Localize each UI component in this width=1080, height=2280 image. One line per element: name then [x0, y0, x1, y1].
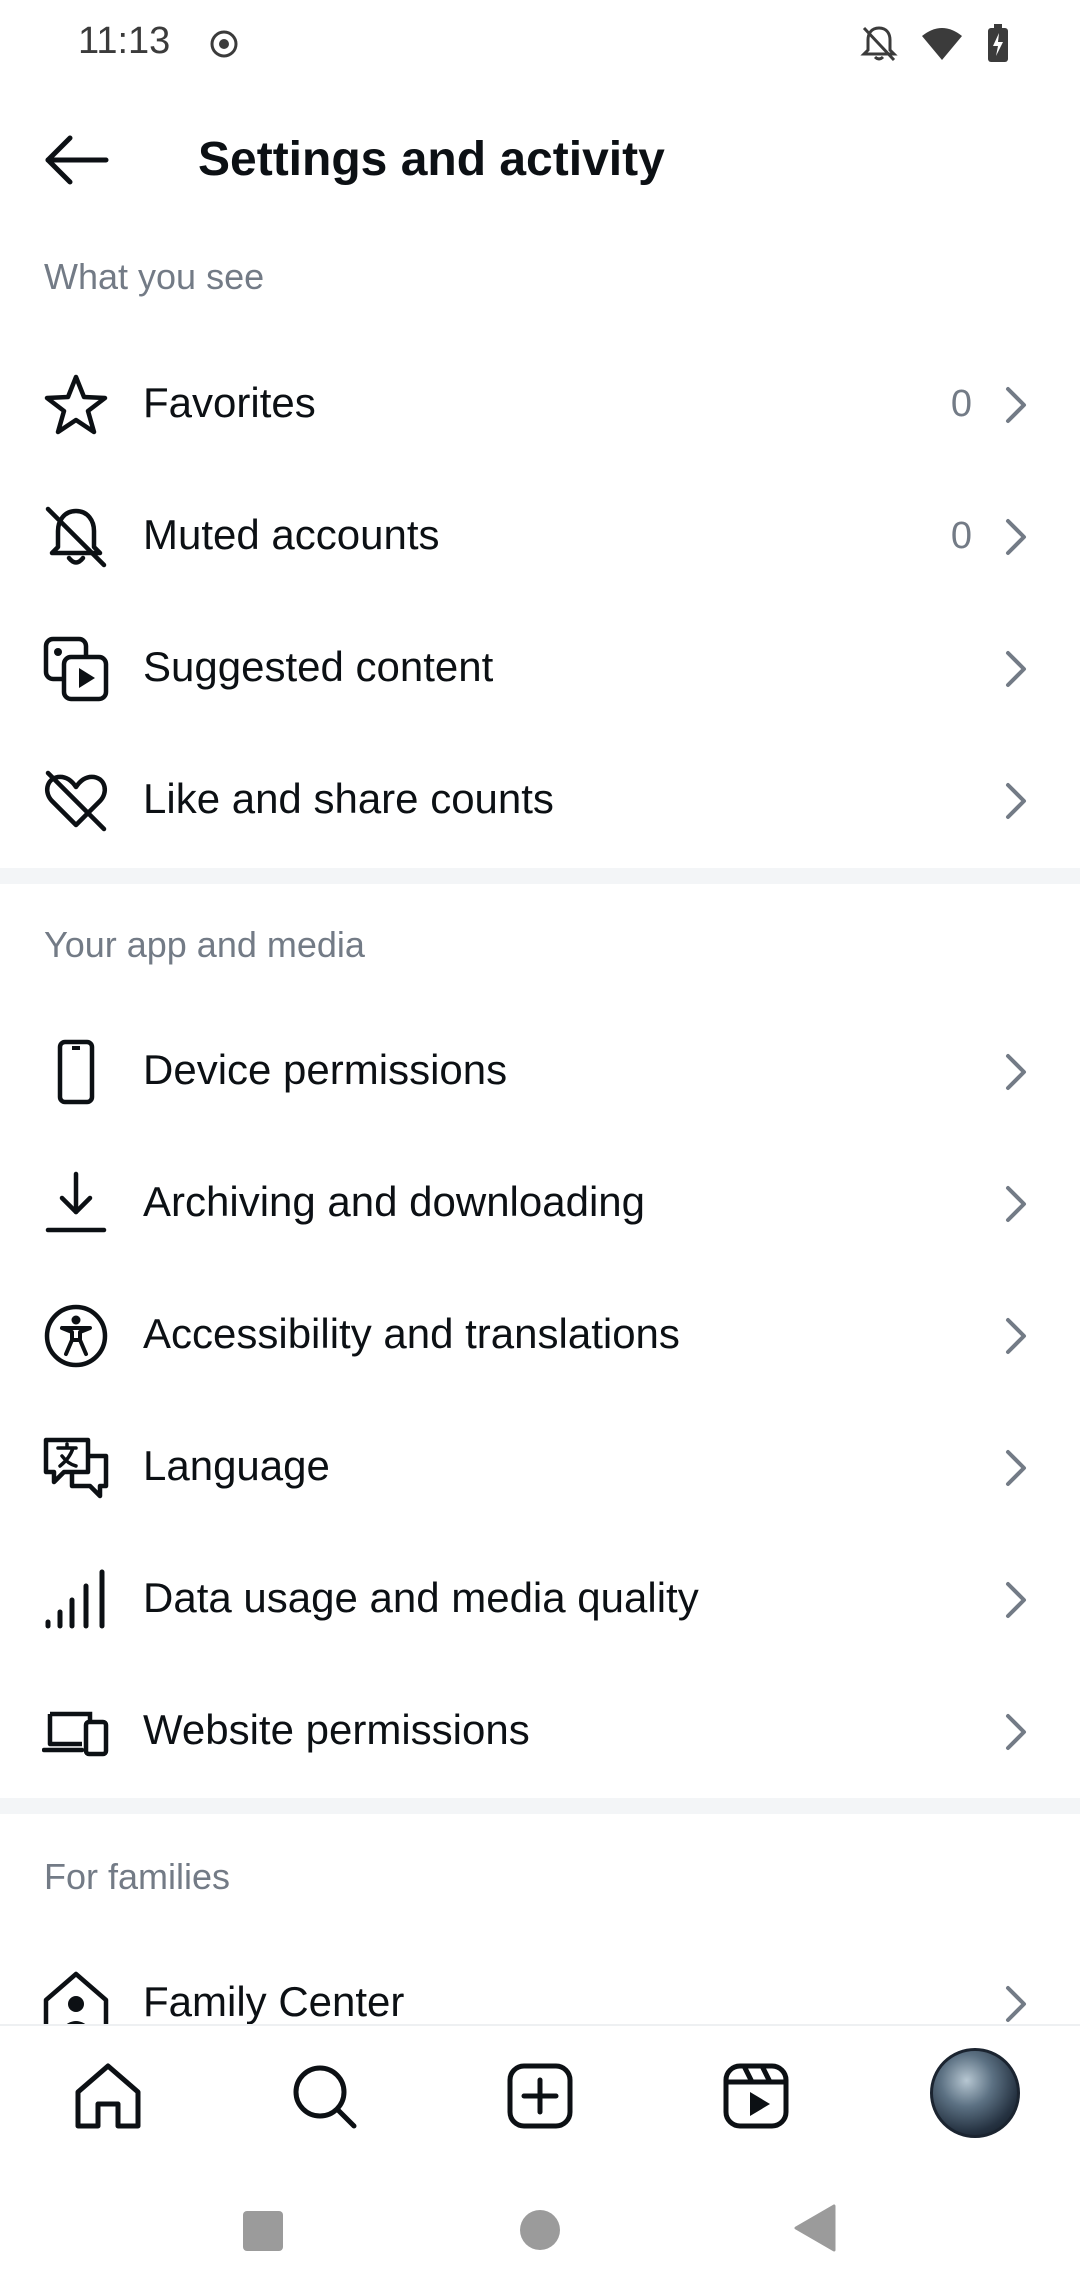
- section-heading-for-families: For families: [44, 1856, 231, 1897]
- chevron-right-icon: [1000, 1984, 1032, 2024]
- suggested-content-label: Suggested content: [143, 643, 494, 690]
- website-permissions-row[interactable]: Website permissions: [0, 1666, 1080, 1798]
- chevron-right-icon: [1000, 1712, 1032, 1752]
- section-divider: [0, 1798, 1080, 1814]
- muted-accounts-label: Muted accounts: [143, 511, 440, 558]
- section-heading-what-you-see: What you see: [44, 256, 265, 297]
- chevron-right-icon: [1000, 1052, 1032, 1092]
- accessibility-translations-row[interactable]: Accessibility and translations: [0, 1270, 1080, 1402]
- accessibility-translations-label: Accessibility and translations: [143, 1310, 680, 1357]
- device-permissions-row[interactable]: Device permissions: [0, 1006, 1080, 1138]
- back-triangle-icon[interactable]: [794, 2204, 836, 2257]
- header: Settings and activity: [0, 110, 1080, 210]
- page-title: Settings and activity: [198, 133, 665, 186]
- section-divider: [0, 868, 1080, 884]
- record-icon: [208, 28, 240, 65]
- family-center-label: Family Center: [143, 1978, 405, 2025]
- wifi-icon: [920, 26, 964, 67]
- laptop-phone-icon: [41, 1698, 110, 1766]
- download-icon: [42, 1170, 110, 1238]
- language-label: Language: [143, 1442, 330, 1489]
- suggested-content-row[interactable]: Suggested content: [0, 603, 1080, 735]
- star-icon: [42, 371, 110, 439]
- profile-avatar[interactable]: [930, 2048, 1020, 2138]
- reels-icon[interactable]: [716, 2056, 796, 2136]
- home-icon[interactable]: [68, 2056, 148, 2136]
- muted-accounts-row[interactable]: Muted accounts 0: [0, 471, 1080, 603]
- chevron-right-icon: [1000, 1448, 1032, 1488]
- website-permissions-label: Website permissions: [143, 1706, 530, 1753]
- bell-off-icon: [42, 503, 110, 571]
- chevron-right-icon: [1000, 1316, 1032, 1356]
- phone-icon: [42, 1038, 110, 1106]
- status-time: 11:13: [78, 20, 171, 62]
- chevron-right-icon: [1000, 649, 1032, 689]
- chevron-right-icon: [1000, 1580, 1032, 1620]
- archiving-downloading-row[interactable]: Archiving and downloading: [0, 1138, 1080, 1270]
- create-icon[interactable]: [500, 2056, 580, 2136]
- favorites-row[interactable]: Favorites 0: [0, 339, 1080, 471]
- like-share-counts-label: Like and share counts: [143, 775, 554, 822]
- battery-charging-icon: [986, 24, 1010, 69]
- home-circle-icon[interactable]: [518, 2208, 562, 2257]
- muted-accounts-count: 0: [950, 515, 972, 557]
- data-usage-label: Data usage and media quality: [143, 1574, 699, 1621]
- like-share-counts-row[interactable]: Like and share counts: [0, 735, 1080, 867]
- recents-square-icon[interactable]: [242, 2210, 284, 2257]
- system-nav-bar: [0, 2174, 1080, 2280]
- accessibility-icon: [42, 1302, 110, 1370]
- section-heading-your-app-and-media: Your app and media: [44, 924, 365, 965]
- archiving-downloading-label: Archiving and downloading: [143, 1178, 646, 1225]
- chevron-right-icon: [1000, 1184, 1032, 1224]
- back-button[interactable]: [40, 128, 112, 192]
- translate-chat-icon: [42, 1434, 110, 1502]
- favorites-label: Favorites: [143, 379, 316, 426]
- favorites-count: 0: [950, 383, 972, 425]
- heart-off-icon: [42, 767, 110, 835]
- language-row[interactable]: Language: [0, 1402, 1080, 1534]
- chevron-right-icon: [1000, 781, 1032, 821]
- chevron-right-icon: [1000, 517, 1032, 557]
- media-play-icon: [42, 635, 110, 703]
- bell-off-icon: [860, 24, 898, 69]
- device-permissions-label: Device permissions: [143, 1046, 508, 1093]
- bottom-nav: [0, 2024, 1080, 2176]
- signal-bars-icon: [42, 1566, 110, 1634]
- status-bar: 11:13: [0, 0, 1080, 88]
- search-icon[interactable]: [284, 2056, 364, 2136]
- data-usage-row[interactable]: Data usage and media quality: [0, 1534, 1080, 1666]
- arrow-left-icon: [45, 135, 109, 185]
- chevron-right-icon: [1000, 385, 1032, 425]
